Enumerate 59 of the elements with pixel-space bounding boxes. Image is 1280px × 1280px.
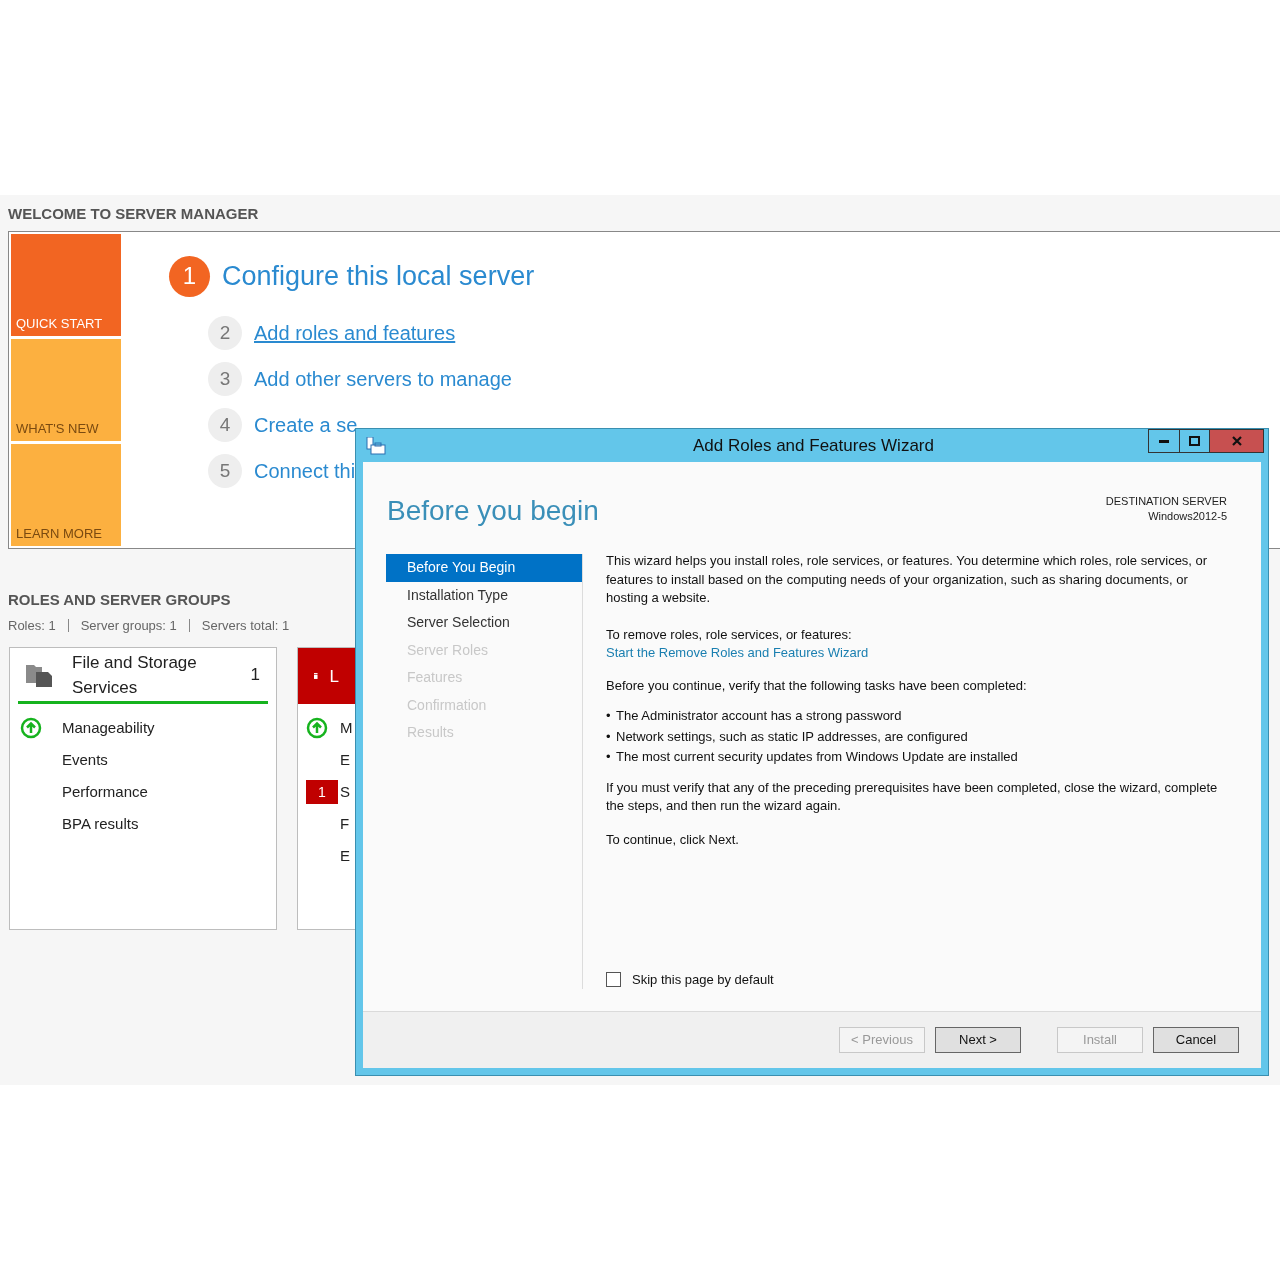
step-link[interactable]: Connect thi (254, 456, 356, 486)
destination-server: Windows2012-5 (1148, 509, 1227, 524)
verify-instructions: Before you continue, verify that the following tasks have been completed: (606, 676, 1028, 695)
role-card-title: File and Storage Services (72, 651, 198, 699)
role-card-title: L (329, 665, 339, 688)
page-heading: WELCOME TO SERVER MANAGER (8, 204, 260, 224)
wizard-button[interactable]: Next > (935, 1027, 1021, 1053)
bullet-mark: • (606, 727, 612, 746)
step-link[interactable]: Create a se (254, 410, 358, 440)
prerequisite-item: Network settings, such as static IP addresses, are configured (616, 727, 968, 746)
summary-count: Server groups: 1 (80, 616, 177, 635)
step-link[interactable]: Add other servers to manage (254, 364, 512, 394)
section-heading: ROLES AND SERVER GROUPS (8, 590, 231, 610)
bullet-mark: • (606, 707, 612, 725)
page-title: Before you begin (387, 494, 599, 528)
folder-icon (26, 662, 52, 687)
role-card-item[interactable]: Performance (62, 780, 148, 804)
role-card-item[interactable]: S (340, 780, 350, 804)
minimize-icon (1159, 439, 1169, 443)
prerequisite-item: The most current security updates from Windows Update are installed (616, 748, 1018, 766)
close-button[interactable] (1210, 429, 1264, 453)
checkbox-label: Skip this page by default (632, 970, 774, 989)
role-card-item[interactable]: F (340, 812, 350, 836)
role-card-item[interactable]: E (340, 844, 350, 868)
quick-start-tile[interactable]: LEARN MORE (11, 444, 121, 546)
arrow-up-circle-icon (20, 717, 42, 739)
wizard-step-item[interactable]: Before You Begin (386, 554, 582, 582)
intro-paragraph: This wizard helps you install roles, role services, or features. You determine which roles, role services, or features to install based on the computing needs of your organization, such as sharing documents, or hosting a website. (606, 552, 1209, 607)
remove-instructions: To remove roles, role services, or features: (606, 625, 853, 644)
role-count: 1 (250, 663, 260, 686)
wizard-button[interactable]: Cancel (1153, 1027, 1239, 1053)
role-card-item[interactable]: Manageability (62, 716, 155, 740)
window-title: Add Roles and Features Wizard (693, 434, 934, 457)
prerequisite-note: If you must verify that any of the preceding prerequisites have been completed, close the wizard, complete the steps, and then run the wizard again. (606, 778, 1219, 815)
bullet-mark: • (606, 748, 612, 766)
server-manager-icon (366, 436, 386, 455)
role-card-header[interactable]: L (298, 648, 355, 704)
step-title[interactable]: Configure this local server (222, 255, 535, 297)
skip-page-checkbox[interactable] (606, 972, 621, 988)
destination-label: DESTINATION SERVER (1105, 494, 1227, 509)
role-card-item[interactable]: M (340, 716, 353, 740)
role-card-item[interactable]: BPA results (62, 812, 139, 836)
summary-count: Servers total: 1 (201, 616, 290, 635)
role-card-item[interactable]: Events (62, 748, 108, 772)
minimize-button[interactable] (1148, 429, 1180, 453)
wizard-step-item[interactable]: Server Selection (386, 609, 582, 637)
close-icon (1231, 436, 1242, 446)
arrow-up-circle-icon (306, 717, 328, 739)
maximize-icon (1189, 436, 1200, 446)
remove-wizard-link[interactable]: Start the Remove Roles and Features Wizard (606, 644, 869, 663)
role-card-header[interactable]: File and Storage Services 1 (18, 648, 268, 704)
quick-start-tile[interactable]: WHAT'S NEW (11, 339, 121, 441)
wizard-step-item[interactable]: Installation Type (386, 581, 582, 609)
summary-count: Roles: 1 (8, 616, 56, 635)
role-card-item[interactable]: E (340, 748, 350, 772)
alert-count-badge[interactable]: 1 (306, 780, 338, 804)
step-link[interactable]: Add roles and features (254, 318, 456, 348)
prerequisite-item: The Administrator account has a strong password (616, 707, 902, 725)
continue-instructions: To continue, click Next. (606, 830, 740, 849)
